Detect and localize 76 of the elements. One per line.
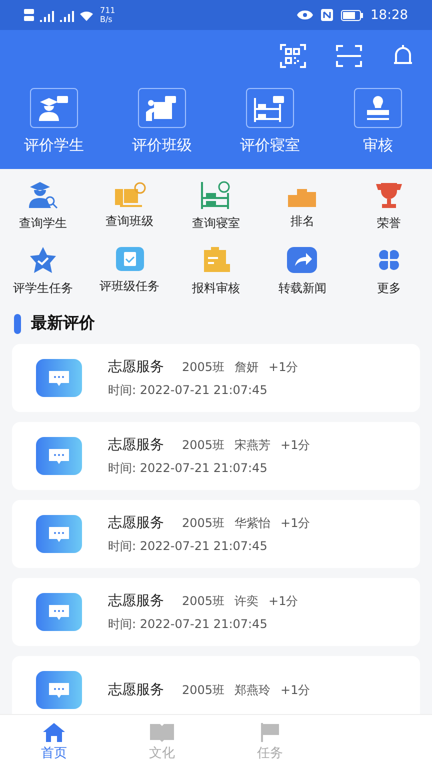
points: +1分 [280, 514, 310, 532]
star-check-icon [28, 246, 58, 274]
evaluate-shortcut[interactable]: 评价学生 [0, 88, 108, 155]
evaluation-title: 志愿服务 [108, 681, 164, 699]
evaluate-shortcut[interactable]: 评价寝室 [216, 88, 324, 155]
book-icon [149, 722, 175, 742]
feature-shortcut[interactable]: 评班级任务 [86, 246, 173, 297]
points: +1分 [268, 592, 298, 610]
timestamp: 时间: 2022-07-21 21:07:45 [108, 616, 268, 632]
chat-icon [36, 437, 82, 475]
student-name: 宋燕芳 [234, 436, 271, 454]
chat-icon [36, 593, 82, 631]
share-icon [286, 246, 318, 274]
network-speed: 711 [100, 6, 116, 15]
student-name: 詹妍 [234, 358, 259, 376]
class-search-icon [114, 181, 146, 207]
scan-button[interactable] [336, 45, 362, 67]
flag-icon [259, 722, 281, 742]
evaluation-title: 志愿服务 [108, 436, 164, 454]
clock-time: 18:28 [370, 8, 408, 22]
bunk-bed-icon [200, 181, 232, 209]
evaluation-title: 志愿服务 [108, 358, 164, 376]
evaluation-card[interactable]: 志愿服务 2005班 詹妍 +1分 时间: 2022-07-21 21:07:45 [12, 344, 420, 412]
student-name: 郑燕玲 [234, 682, 271, 699]
timestamp: 时间: 2022-07-21 21:07:45 [108, 460, 268, 476]
timestamp: 时间: 2022-07-21 21:07:45 [108, 538, 268, 554]
student-search-icon [28, 181, 58, 209]
chat-icon [36, 515, 82, 553]
feature-shortcut[interactable]: 报料审核 [172, 246, 260, 297]
feature-shortcut[interactable]: 查询寝室 [172, 181, 260, 232]
qr-code-button[interactable] [280, 44, 306, 68]
feature-shortcut[interactable]: 查询班级 [86, 181, 173, 232]
evaluate-shortcut[interactable]: 评价班级 [108, 88, 216, 155]
battery-icon [340, 10, 363, 20]
evaluation-card[interactable]: 志愿服务 2005班 宋燕芳 +1分 时间: 2022-07-21 21:07:45 [12, 422, 420, 490]
student-name: 华紫怡 [234, 514, 271, 532]
chat-icon [36, 671, 82, 709]
student-icon [37, 94, 71, 122]
timestamp: 时间: 2022-07-21 21:07:45 [108, 382, 268, 398]
feature-shortcut[interactable]: 查询学生 [0, 181, 86, 232]
qr-code-icon [280, 44, 306, 68]
evaluation-card[interactable]: 志愿服务 2005班 许奕 +1分 时间: 2022-07-21 21:07:45 [12, 578, 420, 646]
eye-icon [296, 10, 313, 20]
home-icon [42, 722, 66, 742]
stamp-icon [364, 94, 392, 122]
evaluation-card[interactable]: 志愿服务 2005班 郑燕玲 +1分 [12, 656, 420, 714]
scan-icon [336, 45, 362, 67]
class-name: 2005班 [182, 436, 225, 454]
feature-shortcut[interactable]: 荣誉 [346, 181, 432, 232]
points: +1分 [280, 682, 310, 699]
evaluation-title: 志愿服务 [108, 592, 164, 610]
nfc-icon [320, 9, 333, 21]
class-name: 2005班 [182, 592, 225, 610]
signal-icon [24, 8, 94, 22]
feature-shortcut[interactable]: 排名 [259, 181, 346, 232]
points: +1分 [280, 436, 310, 454]
class-name: 2005班 [182, 514, 225, 532]
section-marker [14, 314, 21, 334]
bunk-bed-icon [253, 94, 287, 122]
evaluate-shortcut[interactable]: 审核 [324, 88, 432, 155]
class-name: 2005班 [182, 358, 225, 376]
feature-shortcut[interactable]: 转载新闻 [259, 246, 346, 297]
points: +1分 [268, 358, 298, 376]
task-icon [114, 246, 145, 272]
class-name: 2005班 [182, 682, 225, 699]
speed-unit: B/s [100, 15, 114, 24]
feature-shortcut[interactable]: 评学生任务 [0, 246, 86, 297]
feature-shortcut[interactable]: 更多 [346, 246, 432, 297]
evaluation-card[interactable]: 志愿服务 2005班 华紫怡 +1分 时间: 2022-07-21 21:07:45 [12, 500, 420, 568]
nav-tab[interactable]: 首页 [0, 715, 108, 768]
evaluation-title: 志愿服务 [108, 514, 164, 532]
chat-icon [36, 359, 82, 397]
teacher-board-icon [145, 94, 179, 122]
section-title: 最新评价 [31, 313, 95, 334]
student-name: 许奕 [234, 592, 259, 610]
trophy-icon [374, 181, 403, 209]
